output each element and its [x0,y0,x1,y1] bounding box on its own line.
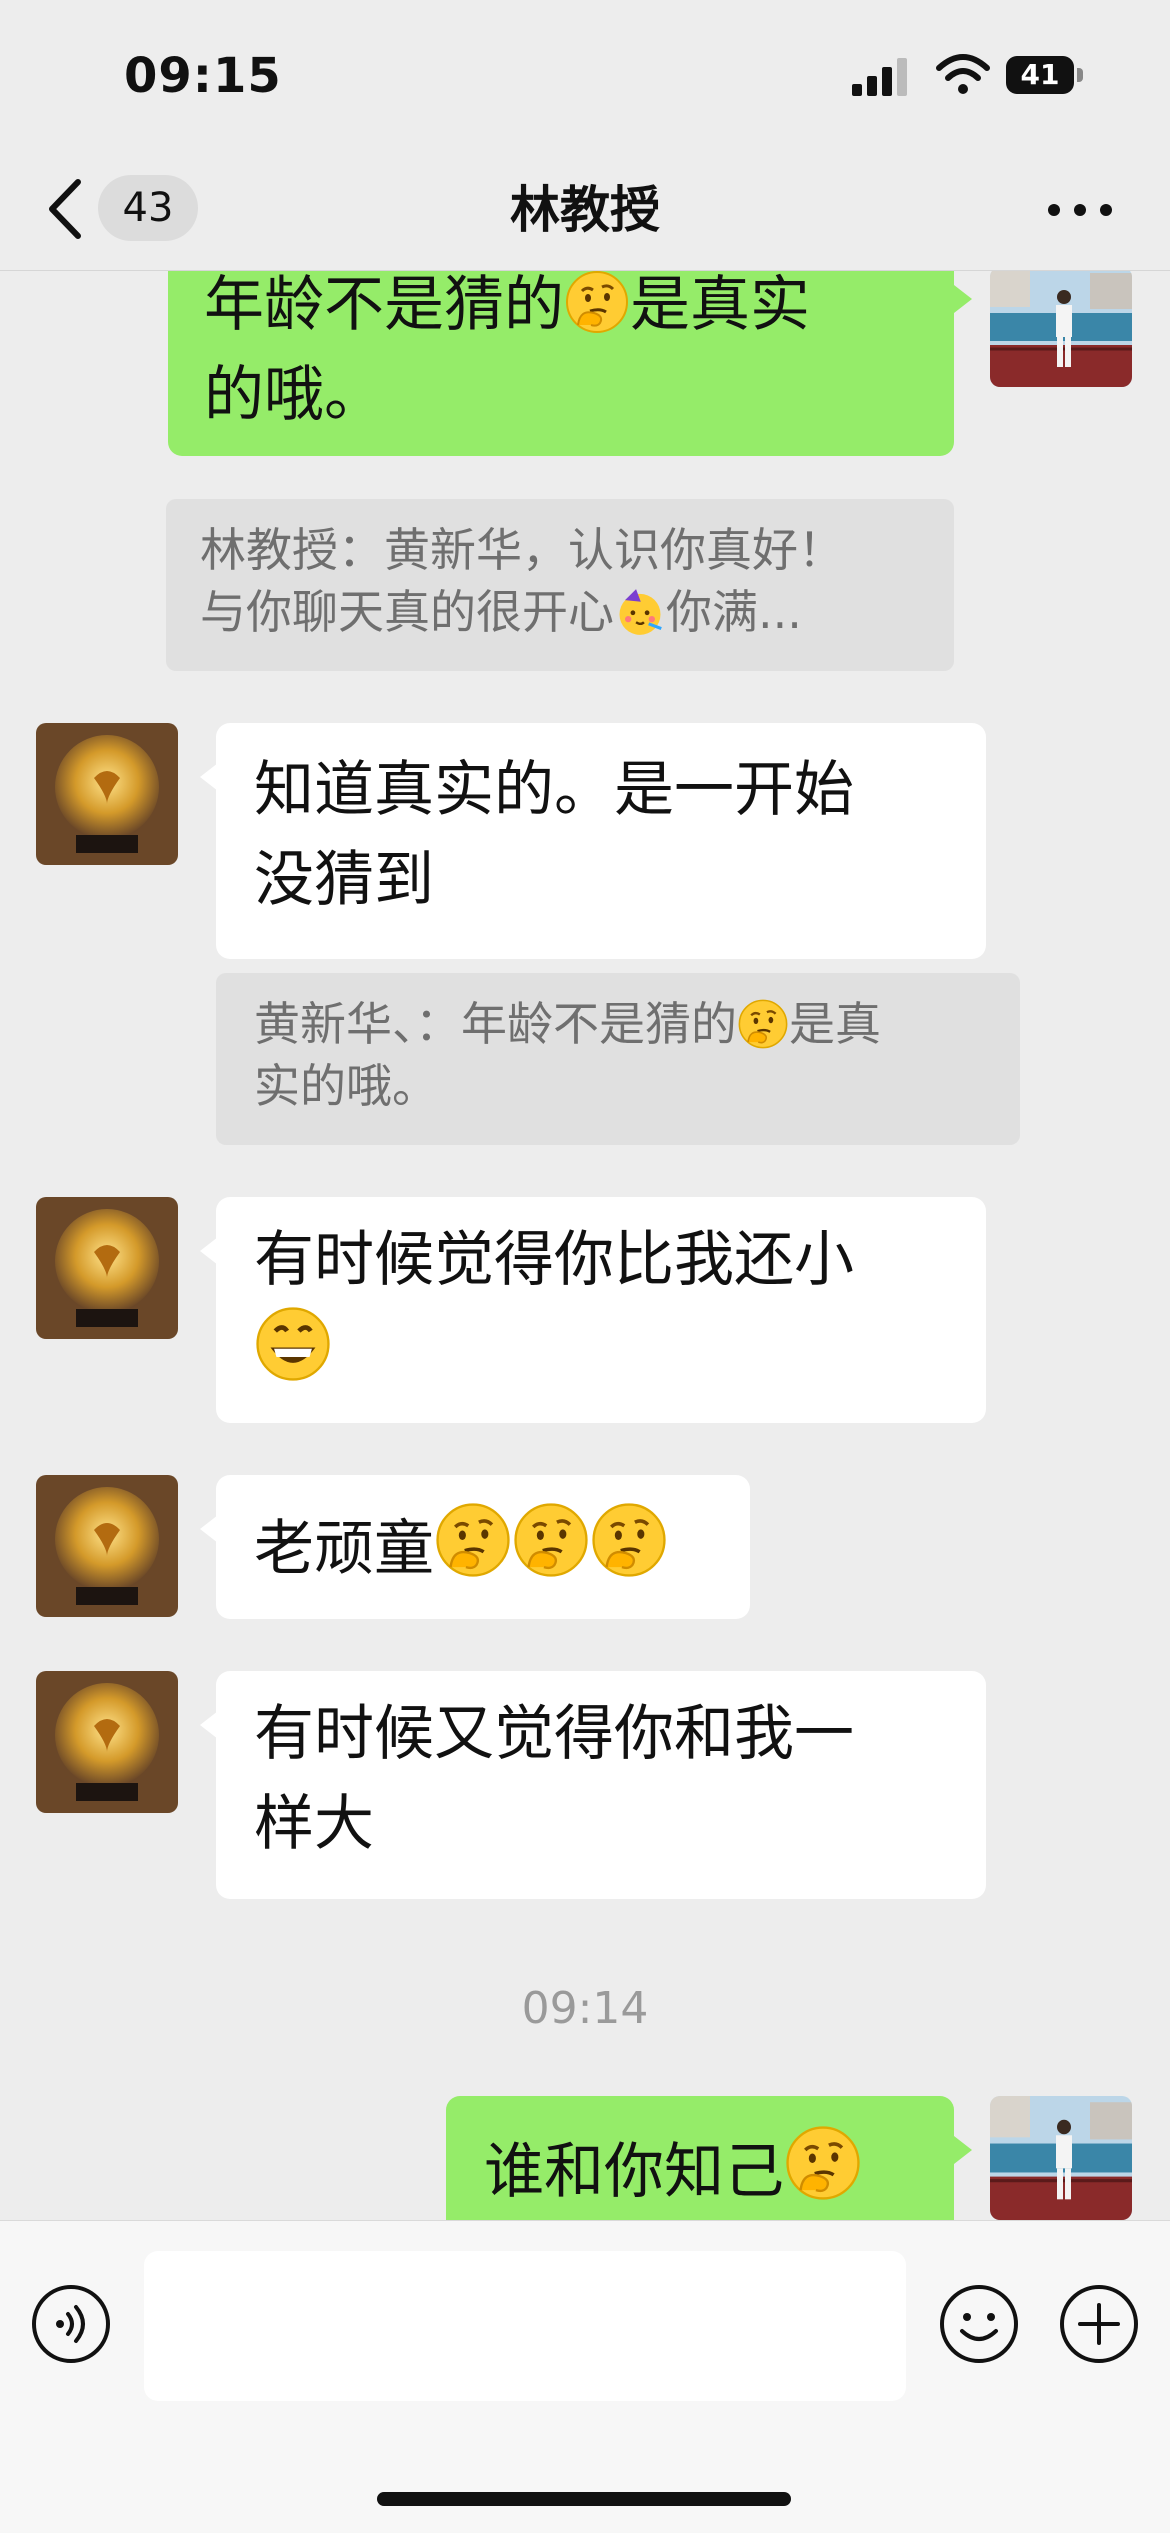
grinning-face-emoji-icon [254,1305,332,1383]
my-avatar[interactable] [990,271,1132,387]
message-bubble-outgoing[interactable]: 年龄不是猜的 是真实 的哦。 [168,271,954,456]
thinking-face-emoji-icon [564,271,630,335]
voice-icon[interactable] [30,2283,112,2365]
chat-history[interactable]: 年龄不是猜的 是真实 的哦。 林教授：黄新华，认识你真好！ 与你聊天真的很开心 你满… [0,271,1170,2220]
message-text: 谁和你知己 [484,2124,918,2217]
quote-line: 林教授：黄新华，认识你真好！ [200,523,844,577]
contact-avatar[interactable] [36,1197,178,1339]
smiley-icon[interactable] [938,2283,1020,2365]
my-avatar[interactable] [990,2096,1132,2220]
partying-face-emoji-icon [614,586,666,638]
message-text: 老顽童 [254,1501,712,1594]
plus-icon[interactable] [1058,2283,1140,2365]
quote-line: 实的哦。 [254,1059,438,1113]
bubble-tail [954,2136,972,2164]
quoted-message[interactable]: 黄新华、：年龄不是猜的 是真 实的哦。 [216,973,1020,1145]
bubble-tail [954,285,972,313]
contact-avatar[interactable] [36,723,178,865]
page-title: 林教授 [510,181,660,239]
message-input[interactable] [144,2251,906,2401]
message-text-line2: 的哦。 [204,360,384,430]
message-bubble-outgoing[interactable]: 谁和你知己 [446,2096,954,2220]
thinking-face-emoji-icon [784,2124,862,2202]
thinking-face-emoji-icon [512,1501,590,1579]
message-bubble-incoming[interactable]: 知道真实的。是一开始 没猜到 [216,723,986,959]
more-icon[interactable] [1040,180,1120,240]
battery-level: 41 [1020,58,1060,91]
message-text-line2: 没猜到 [254,845,434,915]
nav-bar: 43 林教授 [0,150,1170,271]
message-text: 有时候又觉得你和我一 [254,1699,854,1769]
message-text-line2: 样大 [254,1789,374,1859]
input-bar [0,2220,1170,2533]
thinking-face-emoji-icon [434,1501,512,1579]
quote-line: 黄新华、：年龄不是猜的 是真 [254,997,881,1051]
thinking-face-emoji-icon [737,998,789,1050]
battery-indicator: 41 [1006,56,1084,94]
wifi-icon [936,54,990,94]
home-indicator[interactable] [377,2492,791,2506]
contact-avatar[interactable] [36,1671,178,1813]
message-text: 有时候觉得你比我还小 [254,1225,854,1295]
status-time: 09:15 [124,48,282,104]
message-bubble-incoming[interactable]: 有时候觉得你比我还小 [216,1197,986,1423]
message-bubble-incoming[interactable]: 老顽童 [216,1475,750,1619]
quoted-message[interactable]: 林教授：黄新华，认识你真好！ 与你聊天真的很开心 你满... [166,499,954,671]
cellular-signal-icon [852,58,907,96]
status-bar: 09:15 41 [0,0,1170,150]
contact-avatar[interactable] [36,1475,178,1617]
message-text: 知道真实的。是一开始 [254,755,854,825]
message-bubble-incoming[interactable]: 有时候又觉得你和我一 样大 [216,1671,986,1899]
quote-line: 与你聊天真的很开心 你满... [200,585,802,639]
message-timestamp: 09:14 [521,1983,649,2034]
message-text: 年龄不是猜的 是真实 [204,271,810,340]
thinking-face-emoji-icon [590,1501,668,1579]
